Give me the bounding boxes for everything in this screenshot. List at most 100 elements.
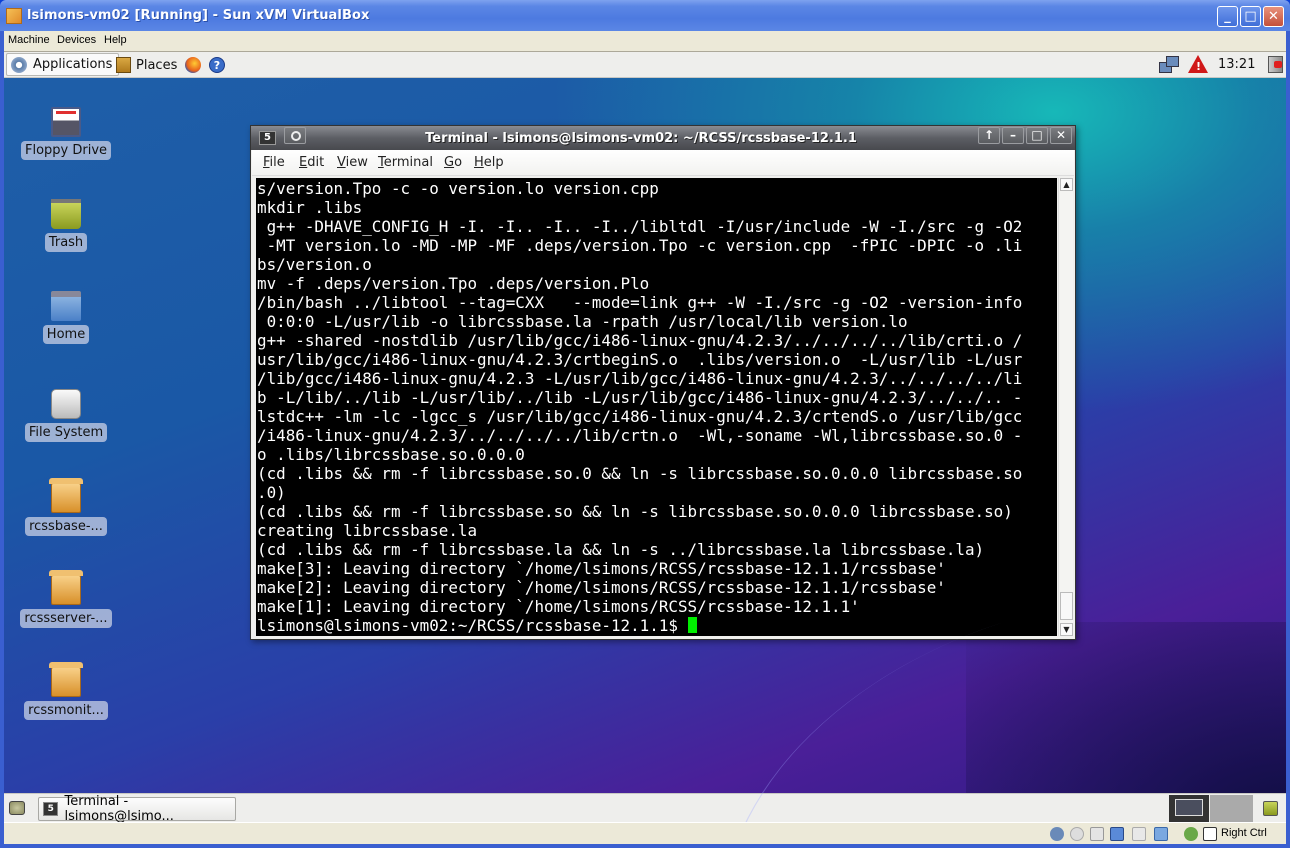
package-icon [49, 478, 83, 513]
show-desktop-icon[interactable] [9, 801, 25, 815]
cd-dvd-icon[interactable] [1070, 827, 1084, 841]
terminal-title-bar[interactable]: 5 Terminal - lsimons@lsimons-vm02: ~/RCS… [251, 126, 1075, 150]
trash-applet-icon[interactable] [1263, 801, 1278, 816]
terminal-line: -MT version.lo -MD -MP -MF .deps/version… [257, 236, 1023, 255]
taskbar-item-terminal[interactable]: 5 Terminal - lsimons@lsimo... [38, 794, 236, 822]
desktop-icon-label: rcssmonit... [24, 701, 108, 720]
places-menu-button[interactable]: Places [116, 54, 177, 76]
hard-disk-icon[interactable] [1050, 827, 1064, 841]
terminal-output[interactable]: s/version.Tpo -c -o version.lo version.c… [256, 178, 1057, 636]
wallpaper-shade [966, 622, 1286, 822]
terminal-line: usr/lib/gcc/i486-linux-gnu/4.2.3/crtbegi… [257, 350, 1023, 369]
desktop-icon-label: File System [24, 423, 108, 442]
menu-edit[interactable]: Edit [299, 155, 324, 170]
mouse-integration-icon[interactable] [1184, 827, 1198, 841]
terminal-menu-bar: File Edit View Terminal Go Help [252, 150, 1074, 176]
terminal-line: /i486-linux-gnu/4.2.3/../../../../lib/cr… [257, 426, 1023, 445]
minimize-button[interactable]: – [1002, 127, 1024, 144]
logout-icon[interactable] [1268, 56, 1283, 73]
desktop-icon-label: Trash [44, 233, 88, 252]
minimize-button[interactable]: _ [1217, 6, 1238, 27]
virtualbox-app-icon [6, 8, 22, 24]
menu-machine[interactable]: Machine [8, 34, 50, 46]
gnome-foot-icon [11, 56, 27, 73]
package-icon [49, 662, 83, 697]
maximize-button[interactable]: □ [1026, 127, 1048, 144]
scrollbar-thumb[interactable] [1060, 592, 1073, 620]
prompt-line: lsimons@lsimons-vm02:~/RCSS/rcssbase-12.… [257, 616, 1057, 635]
terminal-line: g++ -shared -nostdlib /usr/lib/gcc/i486-… [257, 331, 1023, 350]
terminal-line: lstdc++ -lm -lc -lgcc_s /usr/lib/gcc/i48… [257, 407, 1023, 426]
menu-terminal[interactable]: Terminal [378, 155, 433, 170]
terminal-line: .0) [257, 483, 286, 502]
terminal-line: bs/version.o [257, 255, 372, 274]
shade-button[interactable]: ↑ [978, 127, 1000, 144]
menu-view[interactable]: View [337, 155, 368, 170]
scroll-down-arrow-icon[interactable]: ▼ [1060, 623, 1073, 636]
floppy-icon[interactable] [1090, 827, 1104, 841]
terminal-line: creating librcssbase.la [257, 521, 478, 540]
menu-help[interactable]: Help [104, 34, 127, 46]
firefox-launcher-icon[interactable] [185, 57, 201, 73]
desktop-icon-rcssbase[interactable]: rcssbase-... [11, 475, 121, 536]
desktop-icon-home[interactable]: Home [11, 291, 121, 344]
terminal-line: /lib/gcc/i486-linux-gnu/4.2.3 -L/usr/lib… [257, 369, 1023, 388]
applications-menu-button[interactable]: Applications [6, 53, 120, 76]
desktop-icon-file-system[interactable]: File System [11, 383, 121, 442]
scroll-up-arrow-icon[interactable]: ▲ [1060, 178, 1073, 191]
network-status-icon[interactable] [1159, 56, 1179, 74]
desktop-icon-label: rcssserver-... [20, 609, 112, 628]
clock[interactable]: 13:21 [1218, 57, 1255, 72]
terminal-line: (cd .libs && rm -f librcssbase.so.0 && l… [257, 464, 1023, 483]
hard-drive-icon [51, 389, 81, 419]
network-icon[interactable] [1110, 827, 1124, 841]
menu-help[interactable]: Help [474, 155, 504, 170]
warning-icon[interactable]: ! [1188, 55, 1208, 73]
menu-file[interactable]: File [263, 155, 285, 170]
terminal-line: b -L/lib/../lib -L/usr/lib/../lib -L/usr… [257, 388, 1023, 407]
places-icon [116, 57, 131, 73]
host-menu-bar: Machine Devices Help [4, 31, 1286, 52]
text-cursor [687, 617, 697, 633]
gnome-top-panel: Applications Places ? ! 13:21 [4, 52, 1286, 78]
menu-devices[interactable]: Devices [57, 34, 96, 46]
terminal-line: mkdir .libs [257, 198, 363, 217]
desktop-icon-floppy-drive[interactable]: Floppy Drive [11, 107, 121, 160]
desktop-icon-rcssserver[interactable]: rcssserver-... [11, 567, 121, 628]
taskbar-item-label: Terminal - lsimons@lsimo... [64, 794, 174, 822]
home-folder-icon [51, 291, 81, 321]
gnome-bottom-panel: 5 Terminal - lsimons@lsimo... [4, 793, 1286, 822]
host-status-bar: Right Ctrl [4, 822, 1286, 844]
floppy-drive-icon [51, 107, 81, 137]
close-button[interactable]: ✕ [1263, 6, 1284, 27]
desktop-icon-trash[interactable]: Trash [11, 199, 121, 252]
terminal-line: mv -f .deps/version.Tpo .deps/version.Pl… [257, 274, 650, 293]
terminal-line: 0:0:0 -L/usr/lib -o librcssbase.la -rpat… [257, 312, 908, 331]
host-title-bar[interactable]: lsimons-vm02 [Running] - Sun xVM Virtual… [0, 0, 1290, 31]
desktop-icon-label: Home [42, 325, 90, 344]
shell-prompt: lsimons@lsimons-vm02:~/RCSS/rcssbase-12.… [257, 616, 688, 635]
desktop-icon-rcssmonitor[interactable]: rcssmonit... [11, 659, 121, 720]
workspace-2[interactable] [1210, 795, 1253, 822]
usb-icon[interactable] [1132, 827, 1146, 841]
shared-folders-icon[interactable] [1154, 827, 1168, 841]
workspace-1[interactable] [1169, 795, 1209, 822]
package-icon [49, 570, 83, 605]
terminal-line: g++ -DHAVE_CONFIG_H -I. -I.. -I.. -I../l… [257, 217, 1023, 236]
terminal-line: o .libs/librcssbase.so.0.0.0 [257, 445, 525, 464]
window-border-bottom [0, 844, 1290, 848]
virtualbox-window: lsimons-vm02 [Running] - Sun xVM Virtual… [0, 0, 1290, 848]
host-window-title: lsimons-vm02 [Running] - Sun xVM Virtual… [27, 8, 370, 23]
host-key-icon[interactable] [1203, 827, 1217, 841]
terminal-scrollbar[interactable]: ▲ ▼ [1058, 178, 1073, 636]
menu-go[interactable]: Go [444, 155, 462, 170]
window-border-right [1286, 31, 1290, 844]
terminal-title: Terminal - lsimons@lsimons-vm02: ~/RCSS/… [425, 131, 857, 146]
close-button[interactable]: ✕ [1050, 127, 1072, 144]
maximize-button[interactable]: □ [1240, 6, 1261, 27]
terminal-line: make[2]: Leaving directory `/home/lsimon… [257, 578, 946, 597]
terminal-window: 5 Terminal - lsimons@lsimons-vm02: ~/RCS… [250, 125, 1076, 640]
terminal-lines: s/version.Tpo -c -o version.lo version.c… [257, 179, 1057, 616]
places-label: Places [136, 57, 178, 73]
help-launcher-icon[interactable]: ? [209, 57, 225, 73]
